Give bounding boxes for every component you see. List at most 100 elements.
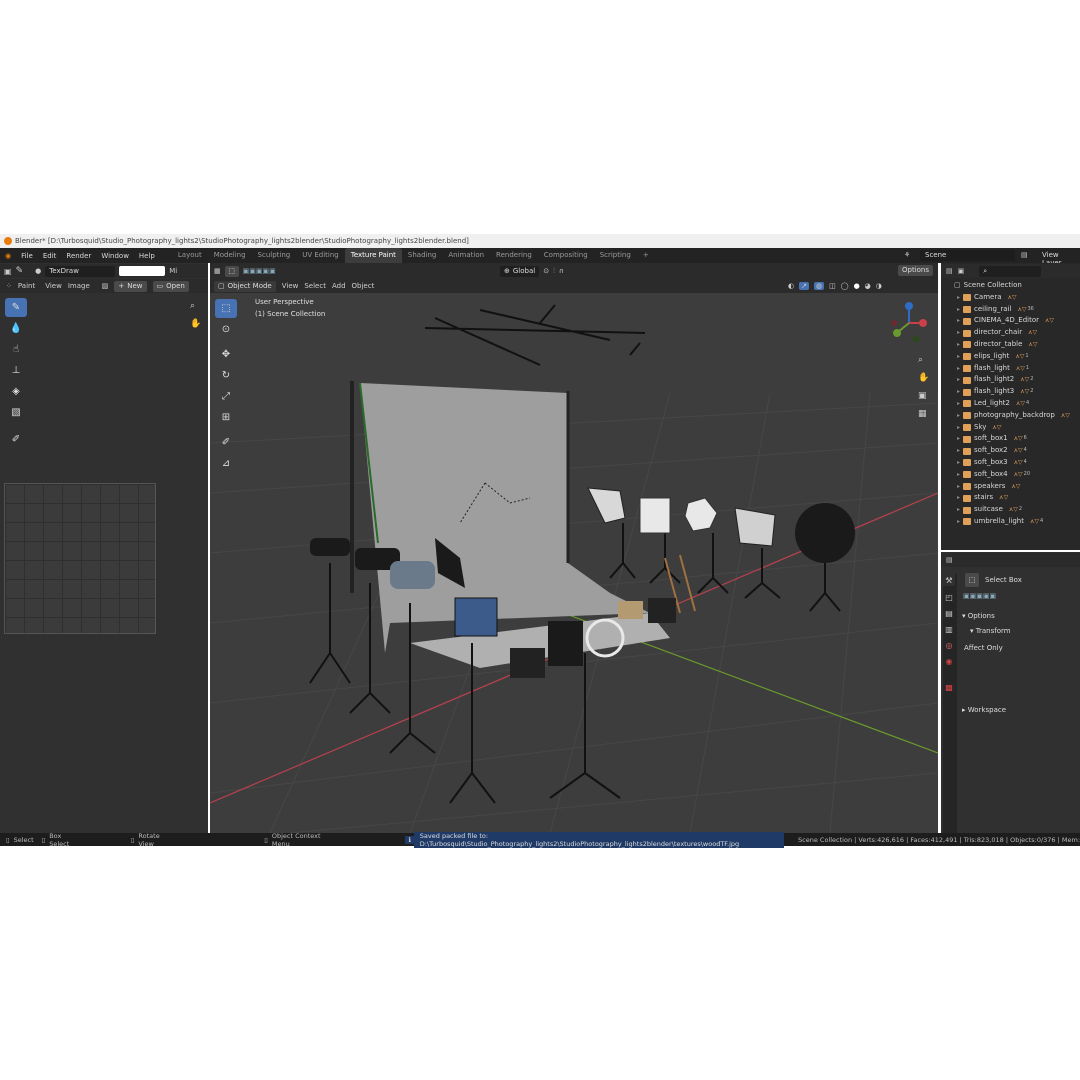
xray-icon[interactable]: ◫ xyxy=(829,282,836,290)
outliner-item[interactable]: ▸ ceiling_rail ⋏▽ 36 xyxy=(954,304,1080,316)
tab-shading[interactable]: Shading xyxy=(402,248,442,263)
overlay-toggle-icon[interactable]: ◍ xyxy=(813,282,825,290)
material-shading-icon[interactable]: ◕ xyxy=(865,282,871,290)
menu-help[interactable]: Help xyxy=(134,252,160,260)
select-tool-icon[interactable]: ⬚ xyxy=(215,299,237,318)
wireframe-shading-icon[interactable]: ◯ xyxy=(841,282,849,290)
outliner-item[interactable]: ▸ CINEMA_4D_Editor ⋏▽ xyxy=(954,315,1080,327)
scene-selector[interactable]: Scene xyxy=(920,250,1015,261)
gizmo-toggle-icon[interactable]: ↗ xyxy=(799,282,809,290)
outliner-item[interactable]: ▸ Camera ⋏▽ xyxy=(954,292,1080,304)
tab-animation[interactable]: Animation xyxy=(442,248,490,263)
zoom-viewport-icon[interactable]: ⌕ xyxy=(918,351,929,369)
view-layer-icon[interactable]: ▤ xyxy=(1021,251,1028,259)
outliner-item[interactable]: ▸ elips_light ⋏▽ 1 xyxy=(954,351,1080,363)
editor-type-icon[interactable]: ▣ xyxy=(4,267,12,276)
outliner-root[interactable]: ▢ Scene Collection xyxy=(954,280,1080,292)
visibility-icon[interactable]: ◐ xyxy=(788,282,794,290)
workspace-panel-header[interactable]: ▸ Workspace xyxy=(962,706,1006,714)
brush-color-swatch[interactable] xyxy=(119,266,166,276)
view-layer-tab-icon[interactable]: ▥ xyxy=(943,623,955,635)
outliner-item[interactable]: ▸ Led_light2 ⋏▽ 4 xyxy=(954,398,1080,410)
tab-sculpting[interactable]: Sculpting xyxy=(252,248,297,263)
menu-window[interactable]: Window xyxy=(96,252,134,260)
tab-modeling[interactable]: Modeling xyxy=(208,248,252,263)
expand-arrow-icon[interactable]: ▸ xyxy=(957,457,960,469)
tab-rendering[interactable]: Rendering xyxy=(490,248,538,263)
mask-tool-icon[interactable]: ▧ xyxy=(5,403,27,422)
texture-tab-icon[interactable]: ▩ xyxy=(943,681,955,693)
outliner-item[interactable]: ▸ stairs ⋏▽ xyxy=(954,492,1080,504)
expand-arrow-icon[interactable]: ▸ xyxy=(957,292,960,304)
annotate-viewport-icon[interactable]: ✐ xyxy=(215,433,237,452)
tool-tab-icon[interactable]: ⚒ xyxy=(943,574,955,586)
brush-name-field[interactable]: TexDraw xyxy=(45,265,116,277)
scene-tab-icon[interactable]: ◎ xyxy=(943,639,955,651)
expand-arrow-icon[interactable]: ▸ xyxy=(957,433,960,445)
snap-icon[interactable]: ⫶ xyxy=(553,267,555,276)
outliner-item[interactable]: ▸ suitcase ⋏▽ 2 xyxy=(954,504,1080,516)
transform-orientation-dropdown[interactable]: ⊕ Global xyxy=(500,265,540,277)
output-tab-icon[interactable]: ▤ xyxy=(943,607,955,619)
status-message[interactable]: Saved packed file to: D:\Turbosquid\Stud… xyxy=(413,831,785,848)
uv-grid-canvas[interactable] xyxy=(4,483,156,634)
tool-settings-icon[interactable]: ▦ xyxy=(214,267,221,275)
render-tab-icon[interactable]: ◰ xyxy=(943,591,955,603)
options-dropdown[interactable]: Options xyxy=(898,265,934,276)
select-box-tool-icon[interactable]: ⬚ xyxy=(965,573,979,587)
open-image-button[interactable]: ▭ Open xyxy=(152,280,189,292)
expand-arrow-icon[interactable]: ▸ xyxy=(957,410,960,422)
outliner-item[interactable]: ▸ speakers ⋏▽ xyxy=(954,481,1080,493)
object-mode-dropdown[interactable]: ▢ Object Mode xyxy=(214,280,276,292)
pivot-icon[interactable]: ⊙ xyxy=(543,267,549,275)
expand-arrow-icon[interactable]: ▸ xyxy=(957,492,960,504)
expand-arrow-icon[interactable]: ▸ xyxy=(957,516,960,528)
expand-arrow-icon[interactable]: ▸ xyxy=(957,315,960,327)
scale-tool-icon[interactable]: ⤢ xyxy=(215,387,237,406)
proportional-edit-icon[interactable]: ∩ xyxy=(559,267,564,275)
tab-layout[interactable]: Layout xyxy=(172,248,208,263)
outliner-item[interactable]: ▸ photography_backdrop ⋏▽ xyxy=(954,410,1080,422)
annotate-tool-icon[interactable]: ✐ xyxy=(5,430,27,449)
pan-hand-icon[interactable]: ✋ xyxy=(190,319,201,329)
expand-arrow-icon[interactable]: ▸ xyxy=(957,481,960,493)
expand-arrow-icon[interactable]: ▸ xyxy=(957,386,960,398)
select-box-icon[interactable]: ⬚ xyxy=(224,265,239,277)
image-menu[interactable]: Image xyxy=(68,282,90,290)
zoom-icon[interactable]: ⌕ xyxy=(190,301,195,311)
viewport-menu-add[interactable]: Add xyxy=(332,282,346,290)
outliner-item[interactable]: ▸ flash_light ⋏▽ 1 xyxy=(954,363,1080,375)
brush-browse-icon[interactable]: ● xyxy=(35,267,41,275)
draw-tool-icon[interactable]: ✎ xyxy=(5,298,27,317)
outliner-item[interactable]: ▸ flash_light2 ⋏▽ 2 xyxy=(954,374,1080,386)
expand-arrow-icon[interactable]: ▸ xyxy=(957,339,960,351)
tab-compositing[interactable]: Compositing xyxy=(538,248,594,263)
expand-arrow-icon[interactable]: ▸ xyxy=(957,304,960,316)
viewport-menu-select[interactable]: Select xyxy=(304,282,326,290)
blender-menu-icon[interactable]: ◉ xyxy=(0,252,16,260)
properties-editor-icon[interactable]: ▤ xyxy=(946,556,953,564)
transform-subpanel-header[interactable]: ▾ Transform xyxy=(970,627,1011,635)
expand-arrow-icon[interactable]: ▸ xyxy=(957,445,960,457)
solid-shading-icon[interactable]: ● xyxy=(854,282,860,290)
display-mode-icon[interactable]: ▣ xyxy=(958,267,965,275)
outliner-item[interactable]: ▸ soft_box2 ⋏▽ 4 xyxy=(954,445,1080,457)
outliner-item[interactable]: ▸ director_chair ⋏▽ xyxy=(954,327,1080,339)
tab-uv-editing[interactable]: UV Editing xyxy=(296,248,345,263)
ortho-toggle-icon[interactable]: ▦ xyxy=(918,405,929,423)
expand-arrow-icon[interactable]: ▸ xyxy=(957,374,960,386)
brush-icon[interactable]: ✎ xyxy=(16,266,24,276)
selection-mode-icons[interactable]: ▣▣▣▣▣ xyxy=(963,592,996,600)
expand-arrow-icon[interactable]: ▸ xyxy=(957,422,960,434)
move-tool-icon[interactable]: ✥ xyxy=(215,345,237,364)
scene-icon[interactable]: ⚘ xyxy=(904,251,910,259)
viewport-menu-view[interactable]: View xyxy=(282,282,299,290)
outliner-item[interactable]: ▸ director_table ⋏▽ xyxy=(954,339,1080,351)
tab-scripting[interactable]: Scripting xyxy=(594,248,637,263)
world-tab-icon[interactable]: ◉ xyxy=(943,655,955,667)
soften-tool-icon[interactable]: 💧 xyxy=(5,319,27,338)
expand-arrow-icon[interactable]: ▸ xyxy=(957,398,960,410)
outliner-item[interactable]: ▸ Sky ⋏▽ xyxy=(954,422,1080,434)
menu-file[interactable]: File xyxy=(16,252,38,260)
image-browse-icon[interactable]: ▨ xyxy=(102,282,109,290)
